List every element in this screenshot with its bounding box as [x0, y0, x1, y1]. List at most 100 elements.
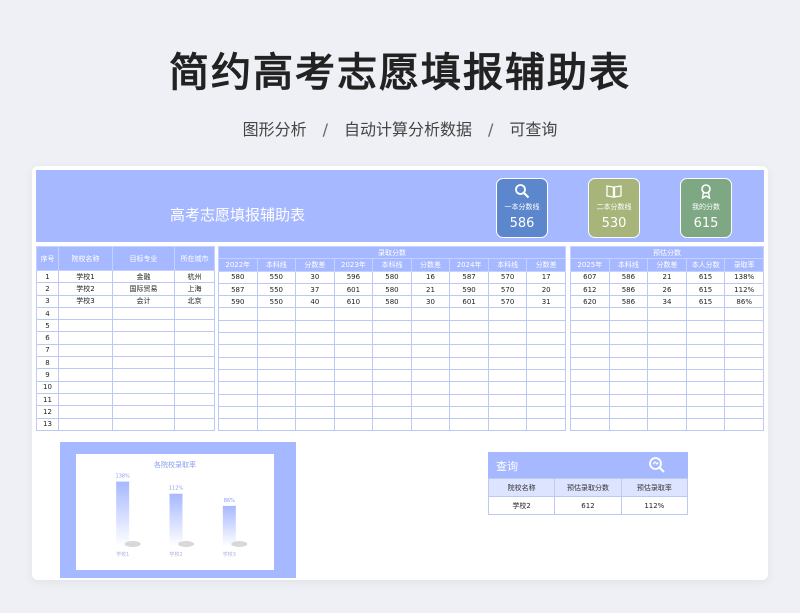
table-cell[interactable]: [487, 307, 528, 321]
table-cell[interactable]: [449, 307, 489, 321]
table-cell[interactable]: [724, 356, 764, 370]
table-cell[interactable]: [218, 418, 258, 432]
table-cell[interactable]: [570, 393, 610, 407]
table-cell[interactable]: [295, 405, 335, 420]
table-cell[interactable]: [449, 344, 489, 358]
table-cell[interactable]: [295, 356, 335, 370]
table-cell[interactable]: [724, 393, 764, 407]
table-cell[interactable]: 586: [608, 295, 649, 309]
table-cell[interactable]: [410, 368, 451, 383]
table-cell[interactable]: 杭州: [174, 269, 215, 284]
table-cell[interactable]: [174, 405, 215, 419]
table-cell[interactable]: 587: [218, 282, 258, 297]
table-cell[interactable]: 1: [36, 269, 59, 284]
table-cell[interactable]: [526, 418, 566, 432]
table-cell[interactable]: [570, 332, 610, 346]
table-cell[interactable]: 590: [449, 282, 489, 297]
table-cell[interactable]: [112, 392, 175, 407]
table-cell[interactable]: [526, 368, 566, 383]
table-cell[interactable]: [333, 418, 374, 432]
table-cell[interactable]: [333, 405, 374, 420]
table-cell[interactable]: [333, 368, 374, 383]
table-cell[interactable]: [218, 381, 258, 395]
table-cell[interactable]: 586: [608, 270, 649, 284]
table-cell[interactable]: [372, 381, 412, 395]
table-cell[interactable]: [112, 356, 175, 370]
table-cell[interactable]: 570: [487, 270, 528, 284]
table-cell[interactable]: [112, 405, 175, 419]
table-cell[interactable]: 21: [410, 282, 451, 297]
table-cell[interactable]: [526, 381, 566, 395]
table-cell[interactable]: 13: [36, 417, 59, 431]
table-cell[interactable]: 30: [295, 270, 335, 284]
table-cell[interactable]: [174, 343, 215, 358]
table-cell[interactable]: [724, 368, 764, 383]
table-cell[interactable]: 601: [333, 282, 374, 297]
table-cell[interactable]: [685, 356, 726, 370]
table-cell[interactable]: 3: [36, 294, 59, 308]
table-cell[interactable]: [112, 380, 175, 394]
table-cell[interactable]: [112, 368, 175, 382]
table-cell[interactable]: [174, 356, 215, 370]
table-cell[interactable]: 5: [36, 319, 59, 333]
table-cell[interactable]: [333, 307, 374, 321]
table-cell[interactable]: [570, 381, 610, 395]
table-cell[interactable]: 学校2: [58, 282, 113, 296]
table-cell[interactable]: 612: [570, 282, 610, 297]
table-cell[interactable]: [449, 418, 489, 432]
table-cell[interactable]: 586: [608, 282, 649, 297]
table-cell[interactable]: [724, 319, 764, 334]
table-cell[interactable]: 17: [526, 270, 566, 284]
table-cell[interactable]: 学校1: [58, 269, 113, 284]
table-cell[interactable]: [449, 356, 489, 370]
table-cell[interactable]: 620: [570, 295, 610, 309]
table-cell[interactable]: [487, 381, 528, 395]
table-cell[interactable]: 26: [647, 282, 687, 297]
table-cell[interactable]: [295, 307, 335, 321]
query-school-cell[interactable]: 学校2: [487, 496, 556, 515]
table-cell[interactable]: [333, 332, 374, 346]
table-cell[interactable]: [174, 380, 215, 394]
table-cell[interactable]: [647, 344, 687, 358]
table-cell[interactable]: [218, 344, 258, 358]
table-cell[interactable]: [526, 307, 566, 321]
table-cell[interactable]: 金融: [112, 269, 175, 284]
table-cell[interactable]: [218, 332, 258, 346]
table-cell[interactable]: [570, 356, 610, 370]
table-cell[interactable]: 580: [372, 282, 412, 297]
table-cell[interactable]: [526, 393, 566, 407]
table-cell[interactable]: [174, 392, 215, 407]
table-cell[interactable]: [608, 368, 649, 383]
table-cell[interactable]: [449, 381, 489, 395]
table-cell[interactable]: [295, 344, 335, 358]
table-cell[interactable]: 550: [256, 282, 297, 297]
table-cell[interactable]: [372, 356, 412, 370]
table-cell[interactable]: [256, 405, 297, 420]
table-cell[interactable]: 607: [570, 270, 610, 284]
table-cell[interactable]: [685, 332, 726, 346]
table-cell[interactable]: [647, 332, 687, 346]
table-cell[interactable]: [449, 332, 489, 346]
table-cell[interactable]: [608, 418, 649, 432]
table-cell[interactable]: [372, 393, 412, 407]
table-cell[interactable]: [487, 405, 528, 420]
table-cell[interactable]: [372, 332, 412, 346]
table-cell[interactable]: [487, 332, 528, 346]
table-cell[interactable]: 580: [372, 295, 412, 309]
table-cell[interactable]: [685, 381, 726, 395]
table-cell[interactable]: [256, 393, 297, 407]
table-cell[interactable]: [58, 417, 113, 431]
table-cell[interactable]: [256, 332, 297, 346]
table-cell[interactable]: 4: [36, 306, 59, 321]
table-cell[interactable]: [608, 319, 649, 334]
table-cell[interactable]: [58, 405, 113, 419]
table-cell[interactable]: [647, 381, 687, 395]
table-cell[interactable]: 138%: [724, 270, 764, 284]
table-cell[interactable]: [647, 356, 687, 370]
table-cell[interactable]: [570, 418, 610, 432]
table-cell[interactable]: 上海: [174, 282, 215, 296]
table-cell[interactable]: [295, 319, 335, 334]
table-cell[interactable]: [333, 381, 374, 395]
table-cell[interactable]: [174, 368, 215, 382]
table-cell[interactable]: [218, 405, 258, 420]
